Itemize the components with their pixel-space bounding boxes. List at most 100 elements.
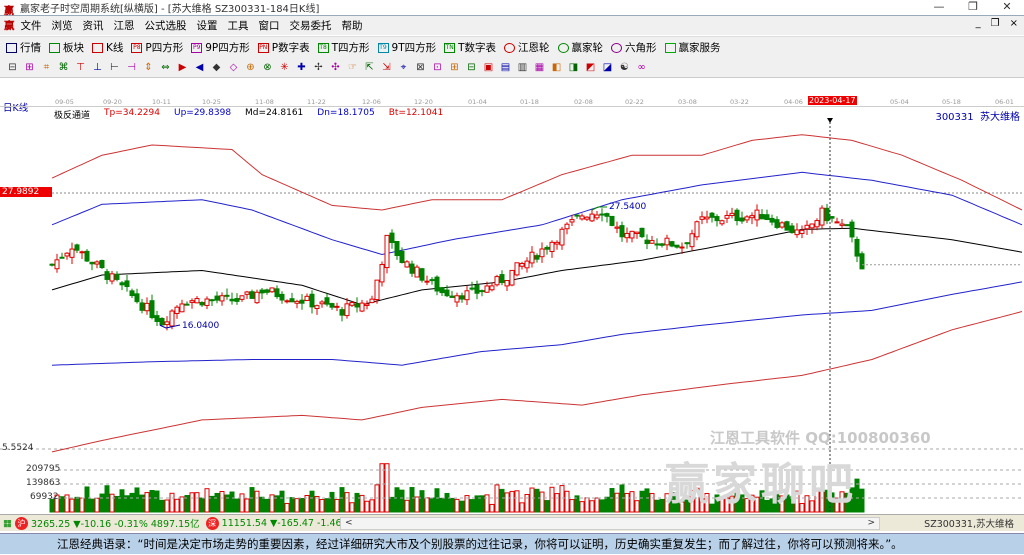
candle [324,297,330,305]
candle [454,295,460,303]
scroll-right[interactable]: > [867,518,875,528]
draw-tool-0-icon[interactable]: ⊟ [6,61,19,74]
toolbar-grid-icon-button[interactable]: 行情 [6,40,41,55]
draw-tool-16-icon[interactable]: ✳ [278,61,291,74]
toolbar-dollar-icon-button[interactable]: 赢家服务 [664,40,721,55]
draw-tool-37-icon[interactable]: ∞ [635,61,648,74]
draw-tool-4-icon[interactable]: ⊤ [74,61,87,74]
candle [794,229,800,236]
draw-tool-10-icon[interactable]: ▶ [176,61,189,74]
candle [509,269,515,286]
draw-tool-14-icon[interactable]: ⊕ [244,61,257,74]
toolbar-label: 江恩轮 [518,42,550,54]
volume-bar [554,493,560,513]
draw-tool-2-icon[interactable]: ⌗ [40,61,53,74]
menu-trade[interactable]: 交易委托 [290,18,332,33]
menu-formula[interactable]: 公式选股 [145,18,187,33]
candle [579,215,585,220]
draw-tool-28-icon[interactable]: ▣ [482,61,495,74]
sh-index-quote[interactable]: 3265.25 ▼-10.16 -0.31% 4897.15亿 [31,516,200,530]
date-tick: 09-20 [103,98,122,106]
close-button[interactable]: ✕ [990,0,1024,13]
draw-tool-11-icon[interactable]: ◀ [193,61,206,74]
menu-settings[interactable]: 设置 [197,18,218,33]
volume-bar [324,498,330,513]
draw-tool-35-icon[interactable]: ◪ [601,61,614,74]
candle [654,243,660,246]
app-menu-icon[interactable]: 赢 [4,18,15,33]
maximize-button[interactable]: ❐ [956,0,990,13]
draw-tool-19-icon[interactable]: ✣ [329,61,342,74]
draw-tool-6-icon[interactable]: ⊢ [108,61,121,74]
draw-tool-20-icon[interactable]: ☞ [346,61,359,74]
draw-tool-36-icon[interactable]: ☯ [618,61,631,74]
candle [779,222,785,228]
menu-browse[interactable]: 浏览 [52,18,73,33]
toolbar-hexagon-icon-button[interactable]: 六角形 [611,40,657,55]
draw-tool-12-icon[interactable]: ◆ [210,61,223,74]
sz-index-icon: 深 [205,516,219,530]
volume-bar [654,499,660,513]
draw-tool-31-icon[interactable]: ▦ [533,61,546,74]
mdi-minimize-button[interactable]: _ [976,18,981,29]
toolbar-kline-icon-button[interactable]: K线 [92,40,123,55]
menu-tools[interactable]: 工具 [228,18,249,33]
volume-bar [519,502,525,513]
minimize-button[interactable]: — [922,0,956,13]
ticker-scrollbar[interactable]: < > [340,517,880,530]
volume-bar [99,493,105,513]
draw-tool-3-icon[interactable]: ⌘ [57,61,70,74]
toolbar-tn-button[interactable]: TN T数字表 [444,40,496,55]
draw-tool-1-icon[interactable]: ⊞ [23,61,36,74]
toolbar-t9-button[interactable]: T9 9T四方形 [377,40,436,55]
draw-tool-13-icon[interactable]: ◇ [227,61,240,74]
draw-tool-17-icon[interactable]: ✚ [295,61,308,74]
toolbar-wheel-icon-button[interactable]: 赢家轮 [557,40,603,55]
draw-tool-27-icon[interactable]: ⊟ [465,61,478,74]
draw-tool-23-icon[interactable]: ⌖ [397,61,410,74]
candle [294,300,300,304]
candle [409,263,415,274]
draw-tool-15-icon[interactable]: ⊗ [261,61,274,74]
volume-bar [384,463,390,513]
draw-tool-26-icon[interactable]: ⊞ [448,61,461,74]
date-tick: 06-01 [995,98,1014,106]
scroll-left[interactable]: < [345,518,353,528]
menu-gann[interactable]: 江恩 [114,18,135,33]
draw-tool-25-icon[interactable]: ⊡ [431,61,444,74]
kline-chart[interactable] [0,118,1024,514]
draw-tool-7-icon[interactable]: ⊣ [125,61,138,74]
draw-tool-18-icon[interactable]: ✢ [312,61,325,74]
toolbar-blocks-icon-button[interactable]: 板块 [49,40,84,55]
volume-bar [589,500,595,513]
draw-tool-34-icon[interactable]: ◩ [584,61,597,74]
draw-tool-5-icon[interactable]: ⊥ [91,61,104,74]
draw-tool-21-icon[interactable]: ⇱ [363,61,376,74]
toolbar-t8-button[interactable]: T8 T四方形 [317,40,370,55]
volume-bar [534,488,540,513]
draw-tool-8-icon[interactable]: ⇕ [142,61,155,74]
draw-tool-32-icon[interactable]: ◧ [550,61,563,74]
draw-tool-33-icon[interactable]: ◨ [567,61,580,74]
menu-news[interactable]: 资讯 [83,18,104,33]
mdi-restore-button[interactable]: ❐ [991,18,1000,29]
draw-tool-30-icon[interactable]: ▥ [516,61,529,74]
menu-file[interactable]: 文件 [21,18,42,33]
draw-tool-22-icon[interactable]: ⇲ [380,61,393,74]
candle [404,261,410,268]
draw-tool-24-icon[interactable]: ⊠ [414,61,427,74]
draw-tool-9-icon[interactable]: ⇔ [159,61,172,74]
candle [514,262,520,276]
toolbar-pn-button[interactable]: PN P数字表 [257,40,310,55]
draw-tool-29-icon[interactable]: ▤ [499,61,512,74]
menu-help[interactable]: 帮助 [342,18,363,33]
mdi-close-button[interactable]: × [1010,18,1018,29]
candle [554,241,560,245]
volume-bar [264,498,270,513]
menu-window[interactable]: 窗口 [259,18,280,33]
toolbar-p9-button[interactable]: P9 9P四方形 [191,40,250,55]
toolbar-wheel-icon-button[interactable]: 江恩轮 [504,40,550,55]
candle [369,298,375,304]
toolbar-p8-button[interactable]: P8 P四方形 [131,40,183,55]
calculator-icon[interactable]: ▦ [3,518,12,529]
